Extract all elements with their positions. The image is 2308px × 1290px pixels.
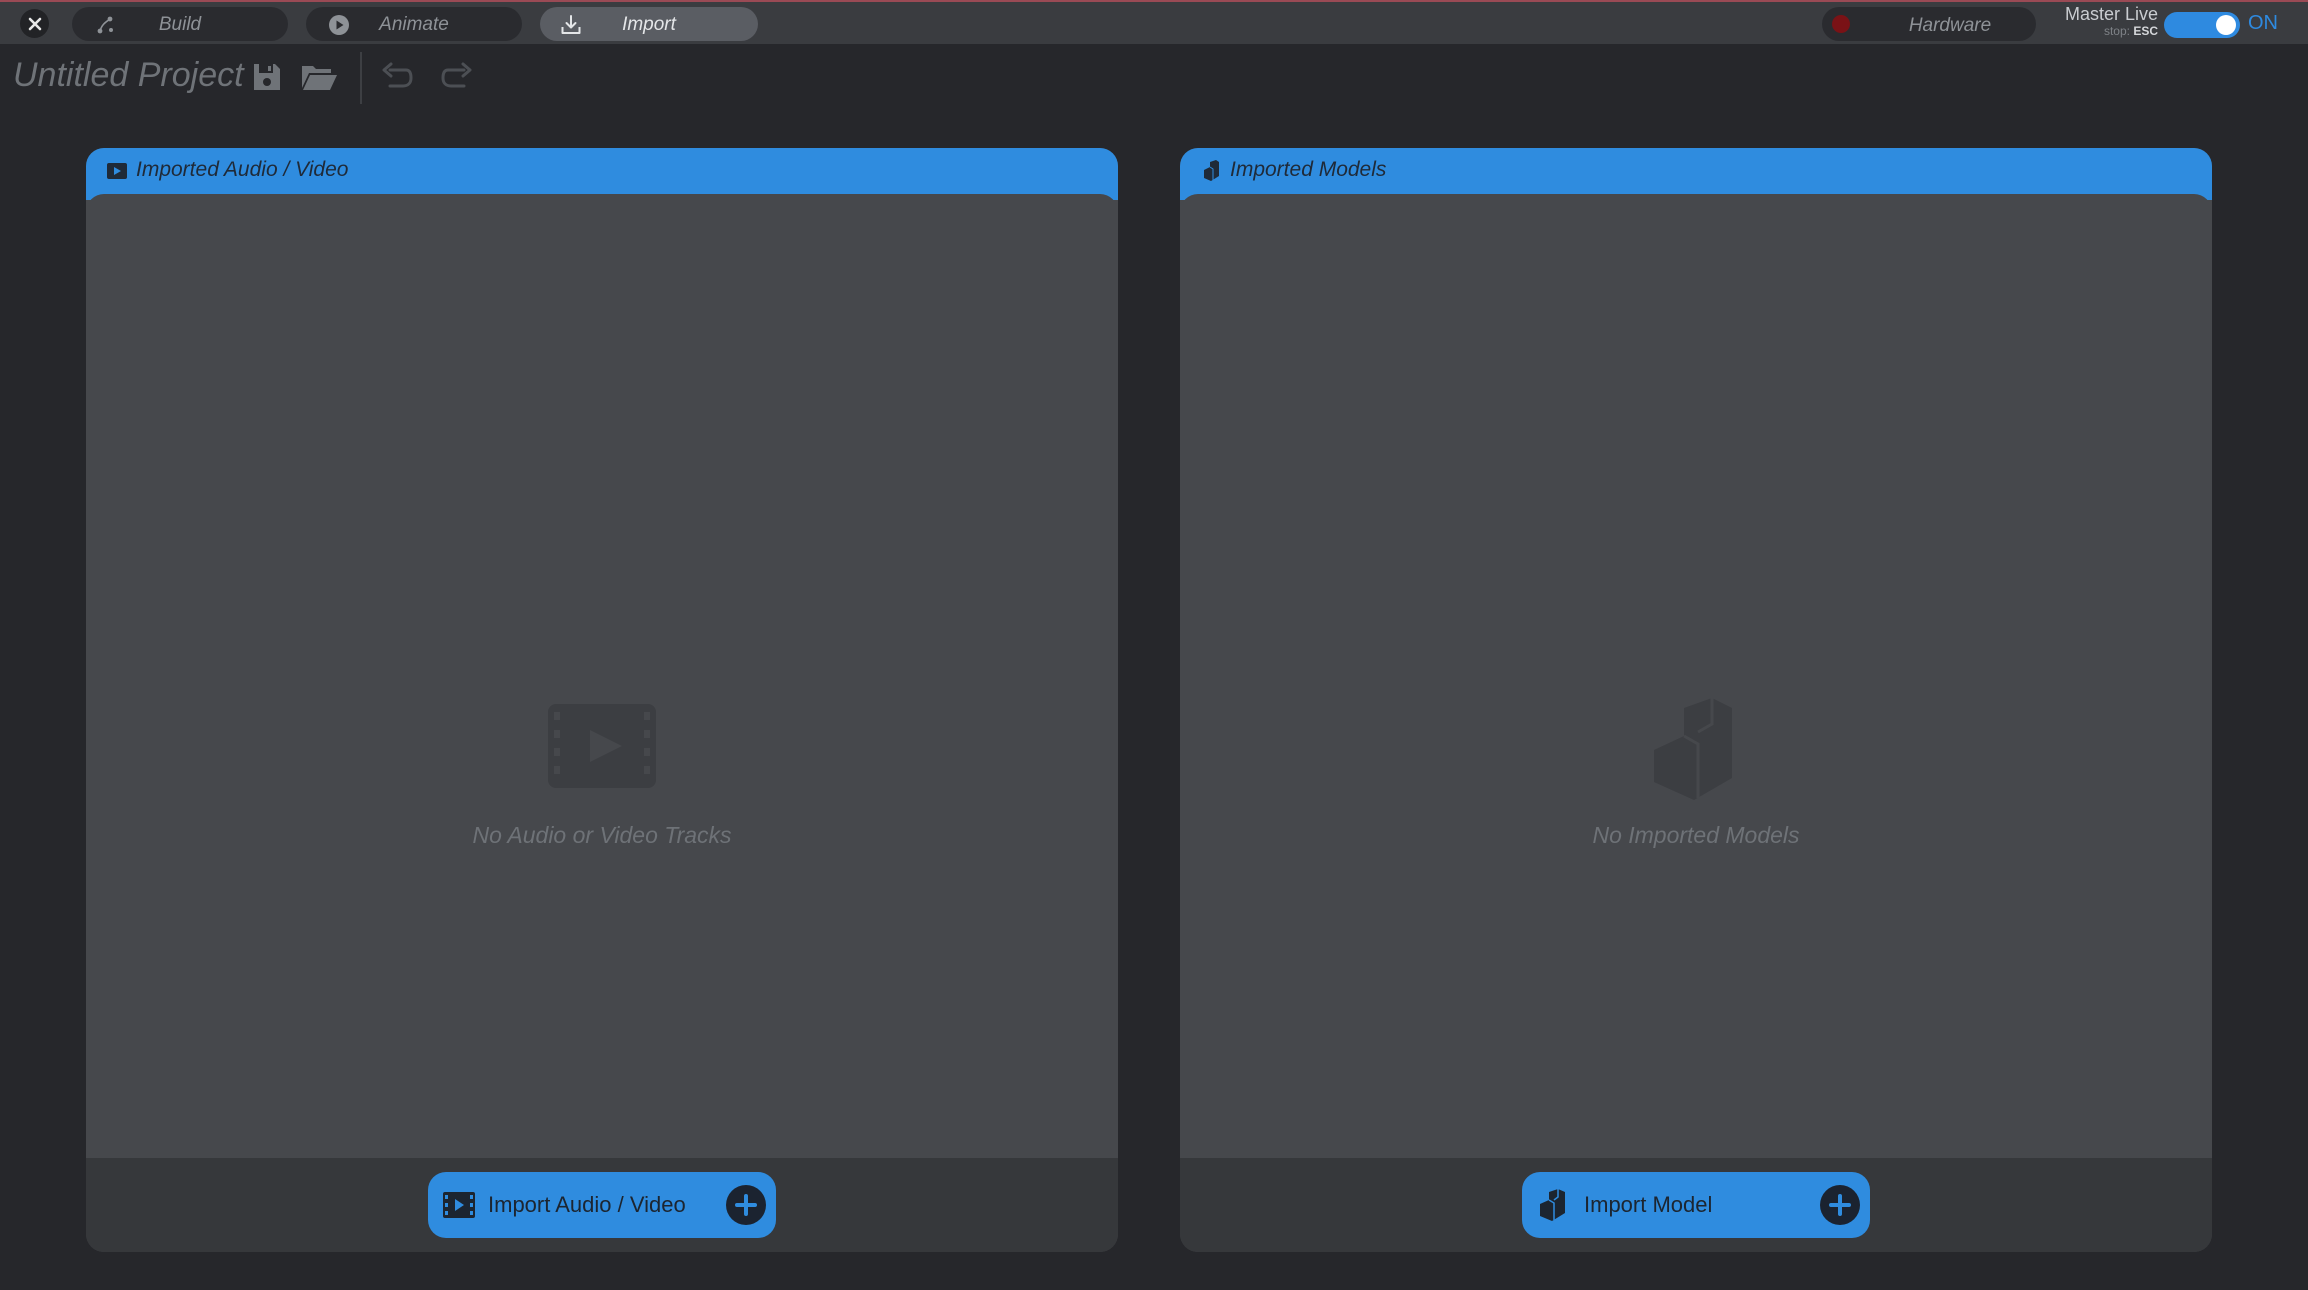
top-bar: Build Animate Import Hardware Master Liv… [0, 0, 2308, 44]
film-icon [443, 1192, 475, 1218]
hardware-label: Hardware [1908, 15, 1992, 36]
model-placeholder-icon [1654, 698, 1732, 800]
empty-state-text: No Imported Models [1592, 822, 1800, 848]
import-model-button[interactable]: Import Model [1522, 1172, 1870, 1238]
panel-header: Imported Models [1180, 148, 2212, 200]
plus-icon [1820, 1185, 1860, 1225]
toolbar-divider [360, 52, 362, 104]
film-placeholder-icon [548, 704, 656, 788]
undo-icon[interactable] [380, 60, 414, 94]
empty-state-text: No Audio or Video Tracks [472, 822, 732, 848]
record-indicator-icon [1832, 15, 1850, 33]
import-audio-video-label: Import Audio / Video [488, 1192, 686, 1217]
models-list: No Imported Models [1180, 194, 2212, 1158]
tab-import[interactable]: Import [540, 7, 758, 41]
model-cube-icon [1540, 1189, 1565, 1221]
save-icon[interactable] [250, 60, 284, 94]
close-button[interactable] [20, 9, 49, 38]
master-live-label: Master Live stop: ESC [2040, 4, 2158, 38]
imported-models-panel: Imported Models No Imported Models Impor… [1180, 148, 2212, 1252]
master-live-stop-hint: stop: ESC [2040, 24, 2158, 38]
folder-open-icon[interactable] [300, 60, 338, 94]
import-audio-video-button[interactable]: Import Audio / Video [428, 1172, 776, 1238]
toggle-state-label: ON [2248, 12, 2278, 34]
close-icon [28, 17, 41, 30]
panel-title: Imported Models [1230, 158, 1387, 181]
project-title[interactable]: Untitled Project [13, 56, 244, 95]
tab-animate-label: Animate [379, 14, 449, 35]
panel-footer: Import Model [1180, 1158, 2212, 1252]
hardware-button[interactable]: Hardware [1822, 7, 2036, 41]
master-live-toggle[interactable] [2164, 12, 2240, 38]
tab-import-label: Import [622, 14, 676, 35]
panel-title: Imported Audio / Video [136, 158, 349, 181]
video-icon [107, 163, 127, 179]
toggle-knob [2216, 15, 2236, 35]
tab-build[interactable]: Build [72, 7, 288, 41]
panel-footer: Import Audio / Video [86, 1158, 1118, 1252]
redo-icon[interactable] [440, 60, 474, 94]
plus-icon [726, 1185, 766, 1225]
model-cube-icon [1204, 160, 1219, 181]
tab-build-label: Build [158, 14, 202, 35]
stop-prefix: stop: [2103, 24, 2130, 38]
stop-key: ESC [2133, 24, 2158, 38]
tab-animate[interactable]: Animate [306, 7, 522, 41]
master-live-title: Master Live [2064, 4, 2158, 24]
panel-header: Imported Audio / Video [86, 148, 1118, 200]
imported-audio-video-panel: Imported Audio / Video No Audio or Video… [86, 148, 1118, 1252]
audio-video-list: No Audio or Video Tracks [86, 194, 1118, 1158]
import-model-label: Import Model [1584, 1192, 1713, 1217]
